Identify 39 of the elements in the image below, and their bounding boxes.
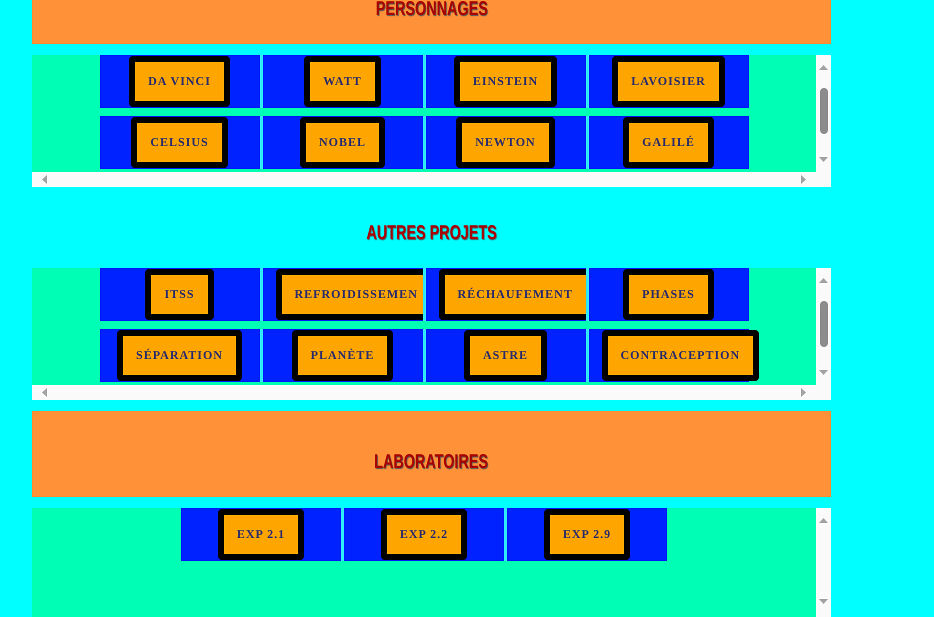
topic-button[interactable]: GALILÉ bbox=[623, 117, 714, 168]
topic-button[interactable]: WATT bbox=[304, 56, 381, 107]
topic-button[interactable]: ITSS bbox=[145, 269, 214, 320]
scroll-down-arrow-icon[interactable] bbox=[819, 157, 828, 162]
topic-button[interactable]: EINSTEIN bbox=[454, 56, 558, 107]
section-title: AUTRES PROJETS bbox=[366, 224, 497, 242]
section-title: LABORATOIRES bbox=[374, 453, 488, 471]
vertical-scrollbar[interactable] bbox=[816, 268, 831, 385]
scroll-left-arrow-icon[interactable] bbox=[42, 175, 47, 184]
horizontal-scrollbar[interactable] bbox=[32, 172, 816, 187]
scroll-up-arrow-icon[interactable] bbox=[819, 278, 828, 283]
topic-button[interactable]: DA VINCI bbox=[129, 56, 230, 107]
topic-button[interactable]: NEWTON bbox=[456, 117, 555, 168]
topic-button[interactable]: PHASES bbox=[623, 269, 714, 320]
topic-button[interactable]: SÉPARATION bbox=[117, 330, 242, 381]
vertical-scrollbar[interactable] bbox=[816, 508, 831, 617]
topic-button[interactable]: ASTRE bbox=[464, 330, 547, 381]
topic-button[interactable]: PLANÈTE bbox=[292, 330, 394, 381]
topic-button[interactable]: REFROIDISSEMEN bbox=[276, 269, 422, 320]
section-title: PERSONNAGES bbox=[375, 0, 488, 18]
topic-button[interactable]: NOBEL bbox=[300, 117, 385, 168]
scroll-up-arrow-icon[interactable] bbox=[819, 65, 828, 70]
scrollbar-thumb[interactable] bbox=[820, 301, 828, 347]
scroll-up-arrow-icon[interactable] bbox=[819, 518, 828, 523]
scroll-right-arrow-icon[interactable] bbox=[801, 388, 806, 397]
horizontal-scrollbar[interactable] bbox=[32, 385, 816, 400]
topic-button[interactable]: CONTRACEPTION bbox=[602, 330, 760, 381]
topic-button[interactable]: EXP 2.9 bbox=[544, 509, 630, 560]
scroll-down-arrow-icon[interactable] bbox=[819, 370, 828, 375]
scroll-left-arrow-icon[interactable] bbox=[42, 388, 47, 397]
topic-button[interactable]: RÉCHAUFEMENT bbox=[438, 269, 586, 320]
topic-button[interactable]: EXP 2.1 bbox=[218, 509, 304, 560]
vertical-scrollbar[interactable] bbox=[816, 55, 831, 172]
scrollbar-thumb[interactable] bbox=[820, 88, 828, 134]
topic-button[interactable]: LAVOISIER bbox=[612, 56, 725, 107]
scroll-down-arrow-icon[interactable] bbox=[819, 599, 828, 604]
topic-button[interactable]: CELSIUS bbox=[131, 117, 228, 168]
topic-button[interactable]: EXP 2.2 bbox=[380, 509, 468, 560]
scroll-right-arrow-icon[interactable] bbox=[801, 175, 806, 184]
